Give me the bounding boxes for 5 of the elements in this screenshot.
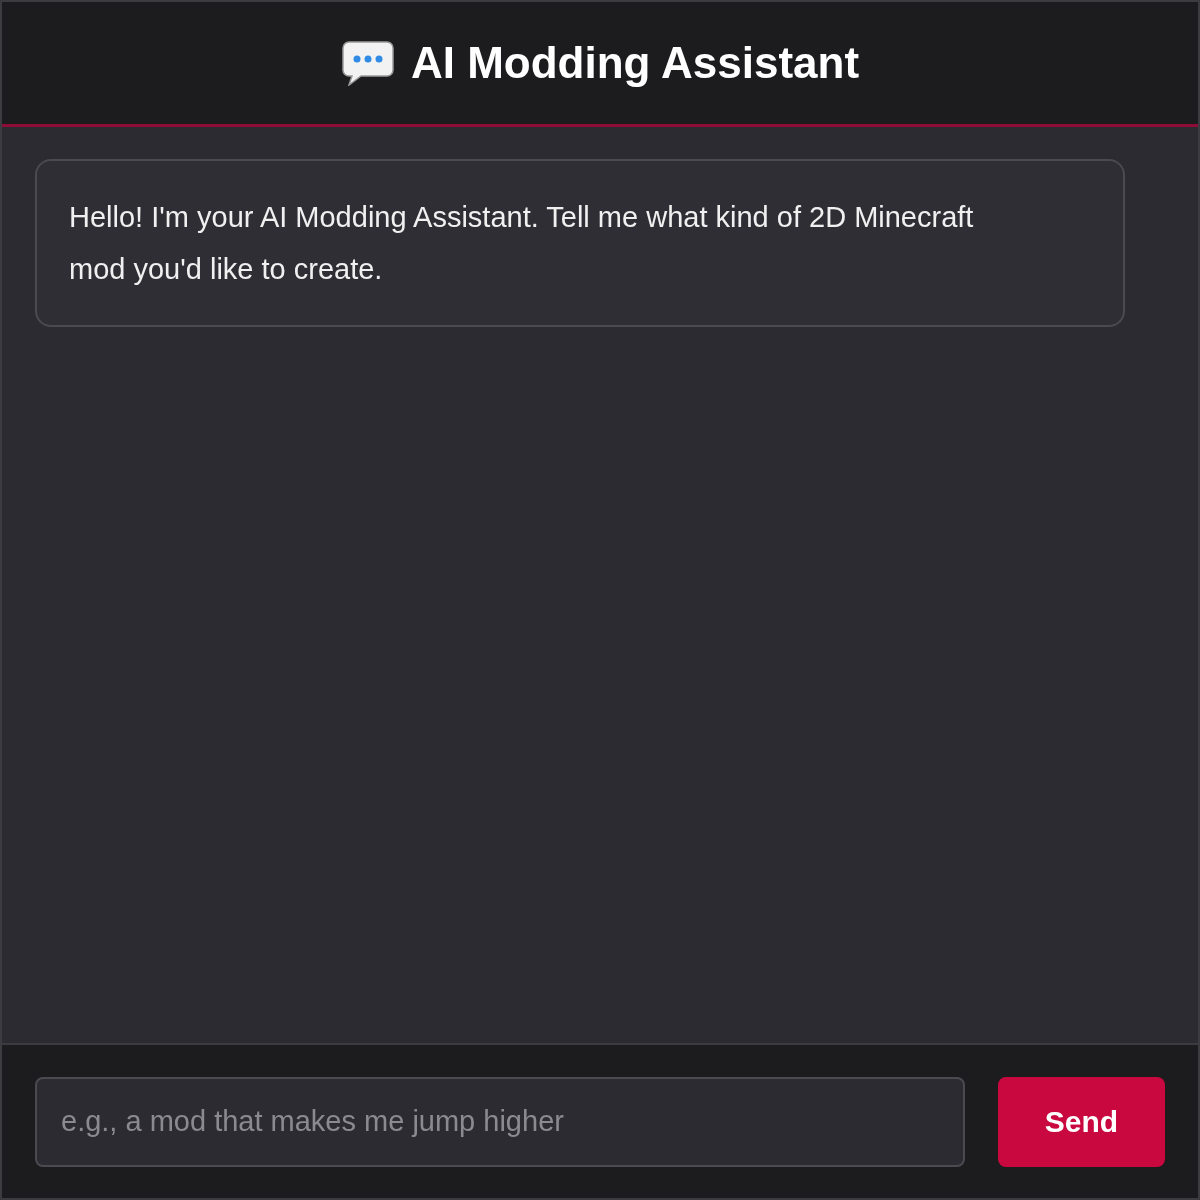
message-input-field[interactable]: e.g., a mod that makes me jump higher [35,1076,965,1167]
speech-bubble-icon [340,40,395,86]
send-button[interactable]: Send [997,1076,1165,1167]
app-title: AI Modding Assistant [410,41,860,85]
assistant-message: Hello! I'm your AI Modding Assistant. Tell me what kind of 2D Minecraft mod you'd like to create. [35,159,1125,327]
